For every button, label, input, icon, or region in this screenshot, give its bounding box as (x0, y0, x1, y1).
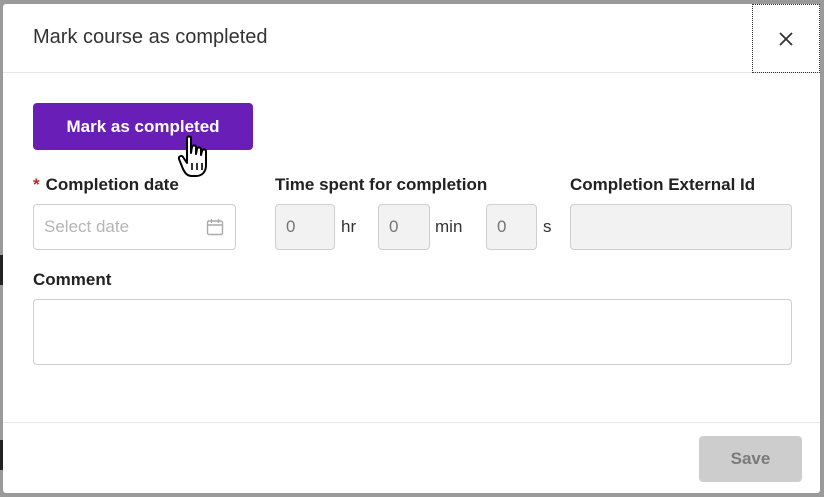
hours-field[interactable] (275, 204, 335, 250)
close-icon (779, 31, 793, 46)
seconds-unit-label: s (543, 217, 552, 236)
save-button[interactable]: Save (699, 436, 802, 482)
modal-footer: Save (3, 422, 820, 493)
comment-label: Comment (33, 270, 112, 289)
external-id-label: Completion External Id (570, 175, 756, 194)
completion-date-label-text: Completion date (45, 175, 179, 194)
close-button[interactable] (752, 4, 820, 73)
calendar-icon (206, 219, 224, 236)
mark-completed-modal: Mark course as completed Mark as complet… (3, 4, 820, 493)
minutes-input[interactable] (379, 205, 429, 249)
minutes-unit-label: min (435, 217, 463, 236)
external-id-input[interactable] (571, 205, 795, 251)
external-id-field[interactable] (570, 204, 795, 251)
required-marker: * (33, 175, 40, 194)
time-spent-label: Time spent for completion (275, 175, 488, 194)
completion-date-picker[interactable] (33, 204, 236, 250)
modal-header: Mark course as completed (3, 4, 820, 73)
hours-unit-label: hr (341, 217, 357, 236)
minutes-field[interactable] (378, 204, 430, 250)
seconds-input[interactable] (487, 205, 536, 249)
seconds-field[interactable] (486, 204, 537, 250)
comment-textarea[interactable] (34, 300, 791, 364)
hours-input[interactable] (276, 205, 334, 249)
completion-date-label: * Completion date (33, 175, 179, 195)
completion-date-input[interactable] (44, 215, 194, 239)
modal-title: Mark course as completed (33, 26, 268, 48)
comment-field[interactable] (33, 299, 792, 365)
mark-as-completed-button[interactable]: Mark as completed (33, 103, 253, 150)
